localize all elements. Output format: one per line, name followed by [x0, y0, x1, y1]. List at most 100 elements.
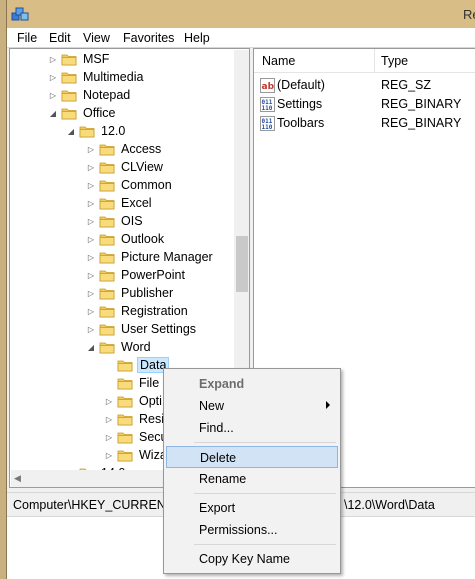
collapse-arrow-icon[interactable]: ◢ — [66, 127, 76, 136]
tree-item-user-settings[interactable]: ▷ User Settings — [86, 320, 198, 338]
folder-icon — [61, 108, 77, 119]
title-bar[interactable]: Re — [7, 0, 475, 28]
folder-icon — [117, 360, 133, 371]
column-separator[interactable] — [374, 49, 375, 73]
column-name-header[interactable]: Name — [262, 54, 295, 68]
tree-item-msf[interactable]: ▷ MSF — [48, 50, 111, 68]
tree-item-opti[interactable]: ▷ Opti — [104, 392, 164, 410]
expand-arrow-icon[interactable]: ▷ — [86, 289, 96, 298]
tree-item-wiza[interactable]: ▷ Wiza — [104, 446, 169, 464]
menu-item-find[interactable]: Find... — [166, 417, 338, 439]
tree-item-data[interactable]: Data — [104, 356, 170, 374]
menu-item-delete-label: Delete — [200, 451, 237, 465]
tree-item-secu[interactable]: ▷ Secu — [104, 428, 170, 446]
collapse-arrow-icon[interactable]: ◢ — [48, 109, 58, 118]
list-header: Name Type — [254, 49, 475, 73]
expand-arrow-icon[interactable]: ▷ — [86, 253, 96, 262]
tree-item-excel[interactable]: ▷ Excel — [86, 194, 154, 212]
collapse-arrow-icon[interactable]: ◢ — [86, 343, 96, 352]
tree-item-powerpoint[interactable]: ▷ PowerPoint — [86, 266, 187, 284]
tree-item-label: User Settings — [121, 322, 197, 336]
svg-text:ab: ab — [262, 82, 275, 92]
folder-icon — [99, 306, 115, 317]
tree-item-12-0[interactable]: ◢ 12.0 — [66, 122, 127, 140]
tree-item-picture-manager[interactable]: ▷ Picture Manager — [86, 248, 215, 266]
menu-item-new-label: New — [199, 399, 225, 413]
folder-icon — [61, 90, 77, 101]
expand-arrow-icon[interactable]: ▷ — [48, 91, 58, 100]
expand-arrow-icon[interactable]: ▷ — [48, 55, 58, 64]
context-menu: Expand New Find... Delete Rename Export … — [163, 368, 341, 574]
tree-item-word[interactable]: ◢ Word — [86, 338, 153, 356]
menu-item-permissions-label: Permissions... — [199, 523, 278, 537]
tree-item-label: CLView — [121, 160, 163, 174]
tree-item-access[interactable]: ▷ Access — [86, 140, 163, 158]
tree-item-label: Publisher — [121, 286, 174, 300]
column-type-header[interactable]: Type — [381, 54, 408, 68]
value-type: REG_BINARY — [381, 116, 462, 130]
expand-arrow-icon[interactable]: ▷ — [86, 271, 96, 280]
expand-arrow-icon[interactable]: ▷ — [104, 415, 114, 424]
binary-value-icon: 011110 — [260, 97, 275, 112]
folder-icon — [99, 342, 115, 353]
tree-item-registration[interactable]: ▷ Registration — [86, 302, 190, 320]
menu-help[interactable]: Help — [184, 31, 210, 45]
expand-arrow-icon[interactable]: ▷ — [86, 325, 96, 334]
tree-item-label: Word — [121, 340, 151, 354]
menu-item-export[interactable]: Export — [166, 497, 338, 519]
value-type: REG_SZ — [381, 78, 432, 92]
expand-arrow-icon[interactable]: ▷ — [86, 307, 96, 316]
value-type: REG_BINARY — [381, 97, 462, 111]
tree-item-file[interactable]: File — [104, 374, 161, 392]
tree-scroll-thumb[interactable] — [236, 236, 248, 292]
expand-arrow-icon[interactable]: ▷ — [86, 235, 96, 244]
expand-arrow-icon[interactable]: ▷ — [86, 199, 96, 208]
menu-edit[interactable]: Edit — [49, 31, 71, 45]
tree-item-label: Excel — [121, 196, 152, 210]
value-row-default[interactable]: ab (Default) REG_SZ — [254, 76, 475, 95]
menu-item-permissions[interactable]: Permissions... — [166, 519, 338, 541]
tree-item-label: Multimedia — [83, 70, 144, 84]
tree-item-resi[interactable]: ▷ Resi — [104, 410, 166, 428]
tree-item-label: Notepad — [83, 88, 131, 102]
tree-item-office[interactable]: ◢ Office — [48, 104, 117, 122]
expand-arrow-icon[interactable]: ▷ — [104, 397, 114, 406]
tree-item-notepad[interactable]: ▷ Notepad — [48, 86, 132, 104]
expand-arrow-icon[interactable]: ▷ — [104, 433, 114, 442]
menu-separator — [194, 493, 336, 494]
value-row-toolbars[interactable]: 011 110 Toolbars REG_BINARY — [254, 114, 475, 133]
scroll-left-icon[interactable]: ◀ — [14, 473, 21, 484]
expand-arrow-icon[interactable]: ▷ — [86, 145, 96, 154]
menu-item-delete[interactable]: Delete — [166, 446, 338, 468]
expand-arrow-icon[interactable]: ▷ — [86, 217, 96, 226]
tree-item-common[interactable]: ▷ Common — [86, 176, 174, 194]
tree-item-label: File — [139, 376, 160, 390]
folder-icon — [99, 270, 115, 281]
folder-icon — [99, 180, 115, 191]
expand-arrow-icon[interactable]: ▷ — [48, 73, 58, 82]
expand-arrow-icon[interactable]: ▷ — [86, 163, 96, 172]
tree-item-outlook[interactable]: ▷ Outlook — [86, 230, 166, 248]
folder-icon — [99, 144, 115, 155]
folder-icon — [61, 54, 77, 65]
tree-item-clview[interactable]: ▷ CLView — [86, 158, 165, 176]
menu-file[interactable]: File — [17, 31, 37, 45]
folder-icon — [79, 126, 95, 137]
expand-arrow-icon[interactable]: ▷ — [104, 451, 114, 460]
expand-arrow-icon[interactable]: ▷ — [86, 181, 96, 190]
status-path-right: \12.0\Word\Data — [344, 498, 435, 512]
menu-item-rename[interactable]: Rename — [166, 468, 338, 490]
menu-separator — [194, 442, 336, 443]
tree-item-ois[interactable]: ▷ OIS — [86, 212, 145, 230]
menu-favorites[interactable]: Favorites — [123, 31, 174, 45]
folder-icon — [99, 252, 115, 263]
folder-icon — [117, 396, 133, 407]
menu-view[interactable]: View — [83, 31, 110, 45]
tree-item-label: Registration — [121, 304, 188, 318]
menu-item-copy-key-name[interactable]: Copy Key Name — [166, 548, 338, 570]
value-row-settings[interactable]: 011 110 Settings REG_BINARY — [254, 95, 475, 114]
tree-item-publisher[interactable]: ▷ Publisher — [86, 284, 175, 302]
tree-item-multimedia[interactable]: ▷ Multimedia — [48, 68, 145, 86]
menu-item-new[interactable]: New — [166, 395, 338, 417]
folder-icon — [99, 216, 115, 227]
